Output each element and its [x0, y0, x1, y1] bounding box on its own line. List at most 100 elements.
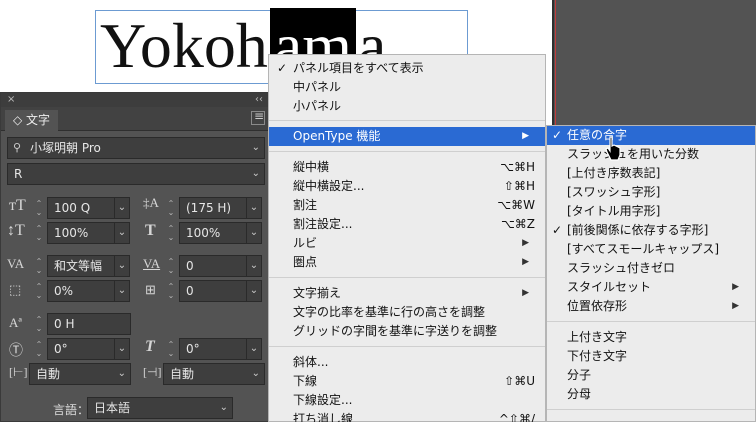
leading-input[interactable]: (175 H)	[179, 197, 247, 219]
kerning-input[interactable]: 和文等幅	[47, 255, 115, 277]
rotation-input[interactable]: 0°	[47, 338, 115, 360]
tsume-input[interactable]: 0%	[47, 280, 115, 302]
submenu-arrow-icon: ▶	[522, 288, 529, 298]
chevron-down-icon: ⌄	[117, 368, 126, 379]
language-select[interactable]: 日本語 ⌄	[87, 397, 233, 419]
submenu-item-fractions[interactable]: スラッシュを用いた分数	[547, 145, 755, 164]
submenu-item-ordinal[interactable]: [上付き序数表記]	[547, 164, 755, 183]
aki-icon: ⊞	[145, 282, 156, 297]
horizontal-scale-stepper[interactable]: ⌃ ⌄	[165, 224, 177, 244]
aki-stepper[interactable]: ⌃ ⌄	[165, 282, 177, 302]
leading-icon: ‡A	[143, 195, 159, 210]
menu-item-opentype-features[interactable]: OpenType 機能 ▶	[269, 127, 545, 146]
submenu-item-contextual-alternates[interactable]: ✓ [前後関係に依存する字形]	[547, 221, 755, 240]
submenu-item-slashed-zero[interactable]: スラッシュ付きゼロ	[547, 259, 755, 278]
skew-stepper[interactable]: ⌃ ⌄	[165, 340, 177, 360]
chevron-down-icon: ⌄	[251, 168, 260, 179]
menu-item-tate-chu-yoko-settings[interactable]: 縦中横設定... ⇧⌘H	[269, 177, 545, 196]
font-size-input[interactable]: 100 Q	[47, 197, 115, 219]
checkmark-icon: ✓	[552, 128, 563, 142]
skew-dropdown[interactable]: ⌄	[246, 338, 262, 360]
menu-separator	[269, 277, 545, 278]
tracking-icon: VA	[143, 256, 161, 271]
horizontal-scale-dropdown[interactable]: ⌄	[246, 222, 262, 244]
aki-dropdown[interactable]: ⌄	[246, 280, 262, 302]
leading-dropdown[interactable]: ⌄	[246, 197, 262, 219]
rotation-dropdown[interactable]: ⌄	[114, 338, 130, 360]
panel-menu-button[interactable]	[251, 109, 265, 125]
text-before: Yokoh	[100, 10, 268, 81]
close-icon[interactable]: ×	[7, 93, 15, 107]
menu-separator	[547, 321, 755, 322]
menu-item-grid-spacing[interactable]: グリッドの字間を基準に字送りを調整	[269, 322, 545, 341]
opentype-submenu: ✓ 任意の合字 スラッシュを用いた分数 [上付き序数表記] [スワッシュ字形] […	[546, 125, 756, 422]
font-family-field[interactable]: ⚲ 小塚明朝 Pro ⌄	[7, 137, 265, 159]
rotation-stepper[interactable]: ⌃ ⌄	[33, 340, 45, 360]
menu-item-italic[interactable]: 斜体...	[269, 353, 545, 372]
aki-input[interactable]: 0	[179, 280, 247, 302]
leading-stepper[interactable]: ⌃ ⌄	[165, 199, 177, 219]
horizontal-scale-input[interactable]: 100%	[179, 222, 247, 244]
tsume-icon: ⬚	[9, 282, 22, 297]
checkmark-icon: ✓	[277, 61, 288, 75]
baseline-shift-stepper[interactable]: ⌃ ⌄	[33, 315, 45, 335]
baseline-shift-input[interactable]: 0 H	[47, 313, 131, 335]
submenu-item-numerator[interactable]: 分子	[547, 366, 755, 385]
submenu-arrow-icon: ▶	[522, 257, 529, 267]
tracking-stepper[interactable]: ⌃ ⌄	[165, 257, 177, 277]
mojikumi-after-select[interactable]: 自動 ⌄	[163, 363, 265, 385]
chevron-down-icon: ⌄	[251, 368, 260, 379]
mojikumi-after-value: 自動	[170, 367, 195, 381]
kerning-dropdown[interactable]: ⌄	[114, 255, 130, 277]
collapse-icon[interactable]: ‹‹	[255, 93, 263, 107]
language-label: 言語：	[53, 403, 90, 417]
tsume-stepper[interactable]: ⌃ ⌄	[33, 282, 45, 302]
panel-titlebar[interactable]: × ‹‹	[1, 93, 269, 107]
mojikumi-after-icon: [⊣]	[143, 365, 162, 379]
tab-character[interactable]: ◇ 文字	[5, 110, 59, 131]
submenu-item-swash[interactable]: [スワッシュ字形]	[547, 183, 755, 202]
menu-item-warichu-settings[interactable]: 割注設定... ⌥⌘Z	[269, 215, 545, 234]
menu-item-small-panel[interactable]: 小パネル	[269, 97, 545, 116]
baseline-shift-icon: Aª	[9, 315, 22, 330]
submenu-arrow-icon: ▶	[522, 131, 529, 141]
font-style-value: R	[14, 167, 23, 181]
submenu-item-all-small-caps[interactable]: [すべてスモールキャップス]	[547, 240, 755, 259]
menu-item-show-all-options[interactable]: ✓ パネル項目をすべて表示	[269, 59, 545, 78]
font-family-value: 小塚明朝 Pro	[30, 141, 101, 155]
vertical-scale-dropdown[interactable]: ⌄	[114, 222, 130, 244]
submenu-item-stylistic-sets[interactable]: スタイルセット ▶	[547, 278, 755, 297]
font-size-stepper[interactable]: ⌃ ⌄	[33, 199, 45, 219]
menu-item-underline[interactable]: 下線 ⇧⌘U	[269, 372, 545, 391]
menu-item-warichu[interactable]: 割注 ⌥⌘W	[269, 196, 545, 215]
tracking-dropdown[interactable]: ⌄	[246, 255, 262, 277]
font-size-dropdown[interactable]: ⌄	[114, 197, 130, 219]
submenu-item-superscript[interactable]: 上付き文字	[547, 328, 755, 347]
kerning-stepper[interactable]: ⌃ ⌄	[33, 257, 45, 277]
submenu-item-positional-forms[interactable]: 位置依存形 ▶	[547, 297, 755, 316]
panel-tabbar: ◇ 文字	[1, 107, 269, 131]
skew-input[interactable]: 0°	[179, 338, 247, 360]
font-size-icon: ᴛT	[9, 197, 26, 214]
menu-item-underline-options[interactable]: 下線設定...	[269, 391, 545, 410]
vertical-scale-stepper[interactable]: ⌃ ⌄	[33, 224, 45, 244]
menu-item-ruby[interactable]: ルビ ▶	[269, 234, 545, 253]
vertical-scale-input[interactable]: 100%	[47, 222, 115, 244]
submenu-item-discretionary-ligatures[interactable]: ✓ 任意の合字	[547, 126, 755, 145]
language-value: 日本語	[94, 401, 131, 415]
submenu-item-subscript[interactable]: 下付き文字	[547, 347, 755, 366]
menu-item-line-height-by-ratio[interactable]: 文字の比率を基準に行の高さを調整	[269, 303, 545, 322]
menu-item-tate-chu-yoko[interactable]: 縦中横 ⌥⌘H	[269, 158, 545, 177]
menu-item-medium-panel[interactable]: 中パネル	[269, 78, 545, 97]
menu-item-strikethrough[interactable]: 打ち消し線 ^⇧⌘/	[269, 410, 545, 422]
tracking-input[interactable]: 0	[179, 255, 247, 277]
submenu-item-titling[interactable]: [タイトル用字形]	[547, 202, 755, 221]
mojikumi-before-select[interactable]: 自動 ⌄	[29, 363, 131, 385]
submenu-item-denominator[interactable]: 分母	[547, 385, 755, 404]
character-panel: × ‹‹ ◇ 文字 ⚲ 小塚明朝 Pro ⌄ R ⌄ ᴛT ⌃⌄ 100 Q ⌄…	[0, 92, 270, 422]
menu-separator	[269, 346, 545, 347]
font-style-field[interactable]: R ⌄	[7, 163, 265, 185]
menu-item-kenten[interactable]: 圏点 ▶	[269, 253, 545, 272]
menu-item-character-alignment[interactable]: 文字揃え ▶	[269, 284, 545, 303]
tsume-dropdown[interactable]: ⌄	[114, 280, 130, 302]
